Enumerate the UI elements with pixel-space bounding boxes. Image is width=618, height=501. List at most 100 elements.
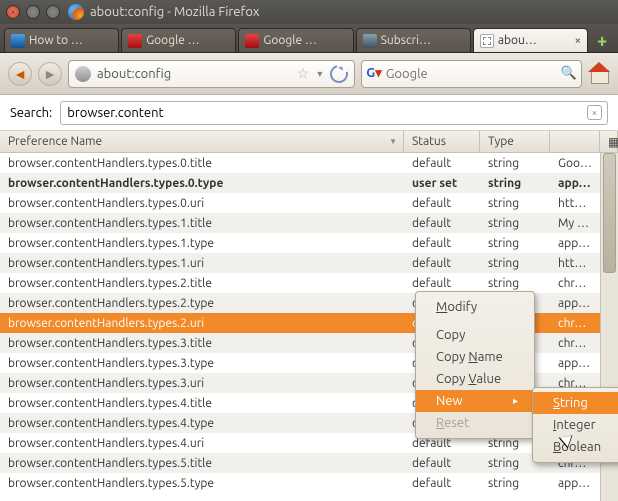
minimize-button[interactable] [26, 5, 40, 19]
tab-aboutconfig[interactable]: abou… × [473, 28, 588, 52]
search-engine-input[interactable] [386, 67, 557, 81]
cell-name: browser.contentHandlers.types.3.uri [0, 375, 404, 392]
cell-name: browser.contentHandlers.types.1.type [0, 235, 404, 252]
submenu-arrow-icon: ▸ [513, 395, 518, 407]
tab-google-1[interactable]: Google … [121, 28, 236, 52]
cell-status: default [404, 215, 480, 232]
table-row[interactable]: browser.contentHandlers.types.2.titledef… [0, 273, 600, 293]
cell-name: browser.contentHandlers.types.1.title [0, 215, 404, 232]
ctx-new-integer[interactable]: Integer [533, 414, 618, 436]
scrollbar-thumb[interactable] [603, 153, 616, 273]
cell-name: browser.contentHandlers.types.5.type [0, 475, 404, 492]
favicon-icon [245, 34, 259, 48]
ctx-copy-name[interactable]: Copy Name [416, 346, 534, 368]
favicon-icon [11, 34, 25, 48]
col-preference-name[interactable]: Preference Name ▼ [0, 131, 404, 152]
tab-label: Subscri… [381, 34, 464, 47]
ctx-copy-value[interactable]: Copy Value [416, 368, 534, 390]
globe-icon [75, 66, 91, 82]
col-status[interactable]: Status [404, 131, 480, 152]
table-row[interactable]: browser.contentHandlers.types.1.titledef… [0, 213, 600, 233]
tab-close-icon[interactable]: × [575, 35, 581, 47]
cell-status: default [404, 475, 480, 492]
table-row[interactable]: browser.contentHandlers.types.0.typeuser… [0, 173, 600, 193]
table-row[interactable]: browser.contentHandlers.types.0.uridefau… [0, 193, 600, 213]
cell-status: default [404, 155, 480, 172]
cell-value: chr… [550, 335, 600, 352]
tab-label: How to … [29, 34, 112, 47]
col-type[interactable]: Type [480, 131, 550, 152]
cell-name: browser.contentHandlers.types.4.type [0, 415, 404, 432]
sort-indicator-icon: ▼ [389, 137, 397, 146]
context-submenu-new: String Integer Boolean [532, 387, 618, 463]
table-header: Preference Name ▼ Status Type ▦ [0, 131, 618, 153]
cell-value: Goo… [550, 155, 600, 172]
close-button[interactable]: × [6, 5, 20, 19]
cell-name: browser.contentHandlers.types.1.uri [0, 255, 404, 272]
favicon-icon [363, 34, 377, 48]
cell-name: browser.contentHandlers.types.3.title [0, 335, 404, 352]
reload-icon[interactable] [327, 61, 352, 86]
cell-status: default [404, 275, 480, 292]
forward-button[interactable]: ► [38, 62, 62, 86]
table-row[interactable]: browser.contentHandlers.types.1.uridefau… [0, 253, 600, 273]
col-picker[interactable]: ▦ [600, 131, 618, 152]
cell-name: browser.contentHandlers.types.5.title [0, 455, 404, 472]
url-dropdown-icon[interactable]: ▼ [315, 69, 324, 79]
new-tab-button[interactable]: + [590, 30, 614, 52]
col-value[interactable] [550, 131, 600, 152]
cell-status: default [404, 255, 480, 272]
home-button[interactable] [588, 64, 610, 84]
tab-google-2[interactable]: Google … [238, 28, 353, 52]
cell-name: browser.contentHandlers.types.2.uri [0, 315, 404, 332]
cell-name: browser.contentHandlers.types.2.type [0, 295, 404, 312]
tab-label: Google … [146, 34, 229, 47]
cell-value: chr… [550, 315, 600, 332]
ctx-reset: Reset [416, 412, 534, 434]
titlebar: × about:config - Mozilla Firefox [0, 0, 618, 24]
cell-name: browser.contentHandlers.types.4.uri [0, 435, 404, 452]
table-row[interactable]: browser.contentHandlers.types.0.titledef… [0, 153, 600, 173]
search-go-icon[interactable]: 🔍 [561, 66, 577, 81]
table-row[interactable]: browser.contentHandlers.types.1.typedefa… [0, 233, 600, 253]
table-row[interactable]: browser.contentHandlers.types.5.typedefa… [0, 473, 600, 493]
ctx-new-string[interactable]: String [533, 392, 618, 414]
ctx-new[interactable]: New ▸ [416, 390, 534, 412]
cell-value: htt… [550, 255, 600, 272]
tab-howto[interactable]: How to … [4, 28, 119, 52]
cell-value: app… [550, 235, 600, 252]
ctx-modify[interactable]: Modify [416, 296, 534, 318]
cell-value: app… [550, 355, 600, 372]
cell-name: browser.contentHandlers.types.0.uri [0, 195, 404, 212]
window-controls: × [6, 5, 60, 19]
nav-toolbar: ◄ ► ☆ ▼ G▾ 🔍 [0, 53, 618, 95]
url-input[interactable] [97, 67, 291, 81]
cell-type: string [480, 255, 550, 272]
table-row[interactable]: browser.contentHandlers.types.5.titledef… [0, 453, 600, 473]
cell-type: string [480, 175, 550, 192]
cell-status: default [404, 195, 480, 212]
ctx-label: New [436, 394, 463, 408]
maximize-button[interactable] [46, 5, 60, 19]
cell-type: string [480, 275, 550, 292]
search-label: Search: [10, 106, 52, 120]
ctx-label: odify [447, 300, 477, 314]
clear-search-icon[interactable]: × [587, 105, 602, 120]
ctx-copy[interactable]: Copy [416, 324, 534, 346]
url-bar[interactable]: ☆ ▼ [68, 60, 355, 88]
back-button[interactable]: ◄ [8, 62, 32, 86]
tab-strip: How to … Google … Google … Subscri… abou… [0, 24, 618, 53]
bookmark-star-icon[interactable]: ☆ [297, 65, 310, 82]
ctx-new-boolean[interactable]: Boolean [533, 436, 618, 458]
search-bar[interactable]: G▾ 🔍 [361, 60, 582, 88]
col-label: Preference Name [8, 135, 102, 148]
cell-value: chr… [550, 275, 600, 292]
cell-value: app… [550, 175, 600, 192]
tab-subscribe[interactable]: Subscri… [356, 28, 471, 52]
cell-value: My … [550, 215, 600, 232]
favicon-icon [480, 34, 494, 48]
google-engine-icon[interactable]: G▾ [366, 66, 382, 81]
search-input[interactable] [60, 101, 608, 125]
cell-status: user set [404, 175, 480, 192]
favicon-icon [128, 34, 142, 48]
